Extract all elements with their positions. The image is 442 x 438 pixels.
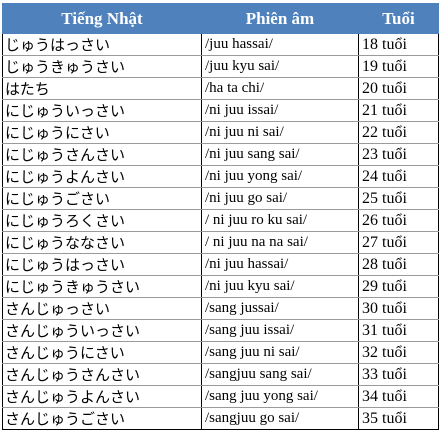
table-row: さんじゅっさい/sang jussai/30 tuổi <box>2 297 439 320</box>
table-row: にじゅうきゅうさい/ni juu kyu sai/29 tuổi <box>2 275 439 298</box>
table-header: Tiếng Nhật Phiên âm Tuổi <box>2 3 439 34</box>
pronunciation-cell: /ni juu go sai/ <box>201 187 359 210</box>
table-row: にじゅういっさい/ni juu issai/21 tuổi <box>2 99 439 122</box>
pronunciation-cell: /ni juu hassai/ <box>201 253 359 276</box>
pronunciation-cell: /ha ta chi/ <box>201 77 359 100</box>
pronunciation-cell: /ni juu sang sai/ <box>201 143 359 166</box>
table-row: さんじゅうよんさい/sang juu yong sai/34 tuổi <box>2 385 439 408</box>
age-cell: 35 tuổi <box>358 407 439 430</box>
table-row: さんじゅうごさい/sangjuu go sai/35 tuổi <box>2 407 439 430</box>
japanese-cell: さんじゅうさんさい <box>2 363 202 386</box>
japanese-cell: じゅうはっさい <box>2 33 202 56</box>
age-table: Tiếng Nhật Phiên âm Tuổi じゅうはっさい/juu has… <box>2 3 439 430</box>
age-cell: 26 tuổi <box>358 209 439 232</box>
japanese-cell: はたち <box>2 77 202 100</box>
age-cell: 31 tuổi <box>358 319 439 342</box>
age-cell: 27 tuổi <box>358 231 439 254</box>
pronunciation-cell: /juu kyu sai/ <box>201 55 359 78</box>
age-table-container: Tiếng Nhật Phiên âm Tuổi じゅうはっさい/juu has… <box>2 3 439 430</box>
pronunciation-cell: /sang juu yong sai/ <box>201 385 359 408</box>
header-age: Tuổi <box>358 3 439 34</box>
pronunciation-cell: /ni juu ni sai/ <box>201 121 359 144</box>
pronunciation-cell: /juu hassai/ <box>201 33 359 56</box>
pronunciation-cell: /ni juu issai/ <box>201 99 359 122</box>
table-row: はたち/ha ta chi/20 tuổi <box>2 77 439 100</box>
pronunciation-cell: /sang jussai/ <box>201 297 359 320</box>
japanese-cell: にじゅうきゅうさい <box>2 275 202 298</box>
japanese-cell: にじゅういっさい <box>2 99 202 122</box>
japanese-cell: にじゅうごさい <box>2 187 202 210</box>
table-row: にじゅうにさい/ni juu ni sai/22 tuổi <box>2 121 439 144</box>
table-row: にじゅうろくさい / ni juu ro ku sai/26 tuổi <box>2 209 439 232</box>
age-cell: 21 tuổi <box>358 99 439 122</box>
age-cell: 32 tuổi <box>358 341 439 364</box>
table-body: じゅうはっさい/juu hassai/18 tuổi じゅうきゅうさい/juu k… <box>2 33 439 430</box>
japanese-cell: じゅうきゅうさい <box>2 55 202 78</box>
age-cell: 19 tuổi <box>358 55 439 78</box>
table-row: さんじゅうさんさい/sangjuu sang sai/33 tuổi <box>2 363 439 386</box>
pronunciation-cell: /sang juu issai/ <box>201 319 359 342</box>
table-row: さんじゅうにさい /sang juu ni sai/32 tuổi <box>2 341 439 364</box>
header-pronunciation: Phiên âm <box>201 3 359 34</box>
japanese-cell: にじゅうななさい <box>2 231 202 254</box>
japanese-cell: さんじゅうにさい <box>2 341 202 364</box>
pronunciation-cell: / ni juu ro ku sai/ <box>201 209 359 232</box>
table-row: じゅうきゅうさい/juu kyu sai/19 tuổi <box>2 55 439 78</box>
pronunciation-cell: /sangjuu go sai/ <box>201 407 359 430</box>
table-row: にじゅうよんさい/ni juu yong sai/24 tuổi <box>2 165 439 188</box>
age-cell: 28 tuổi <box>358 253 439 276</box>
japanese-cell: にじゅうはっさい <box>2 253 202 276</box>
age-cell: 18 tuổi <box>358 33 439 56</box>
japanese-cell: にじゅうにさい <box>2 121 202 144</box>
japanese-cell: さんじゅういっさい <box>2 319 202 342</box>
table-row: にじゅうごさい/ni juu go sai/25 tuổi <box>2 187 439 210</box>
table-row: さんじゅういっさい/sang juu issai/31 tuổi <box>2 319 439 342</box>
table-row: にじゅうさんさい/ni juu sang sai/23 tuổi <box>2 143 439 166</box>
japanese-cell: にじゅうよんさい <box>2 165 202 188</box>
pronunciation-cell: /ni juu kyu sai/ <box>201 275 359 298</box>
header-japanese: Tiếng Nhật <box>2 3 202 34</box>
age-cell: 20 tuổi <box>358 77 439 100</box>
japanese-cell: さんじゅうごさい <box>2 407 202 430</box>
japanese-cell: さんじゅっさい <box>2 297 202 320</box>
table-row: にじゅうななさい / ni juu na na sai/27 tuổi <box>2 231 439 254</box>
pronunciation-cell: / ni juu na na sai/ <box>201 231 359 254</box>
age-cell: 30 tuổi <box>358 297 439 320</box>
age-cell: 24 tuổi <box>358 165 439 188</box>
japanese-cell: にじゅうろくさい <box>2 209 202 232</box>
header-row: Tiếng Nhật Phiên âm Tuổi <box>2 3 439 34</box>
pronunciation-cell: /sangjuu sang sai/ <box>201 363 359 386</box>
table-row: じゅうはっさい/juu hassai/18 tuổi <box>2 33 439 56</box>
age-cell: 34 tuổi <box>358 385 439 408</box>
age-cell: 22 tuổi <box>358 121 439 144</box>
japanese-cell: さんじゅうよんさい <box>2 385 202 408</box>
pronunciation-cell: /sang juu ni sai/ <box>201 341 359 364</box>
pronunciation-cell: /ni juu yong sai/ <box>201 165 359 188</box>
age-cell: 25 tuổi <box>358 187 439 210</box>
japanese-cell: にじゅうさんさい <box>2 143 202 166</box>
age-cell: 29 tuổi <box>358 275 439 298</box>
age-cell: 23 tuổi <box>358 143 439 166</box>
age-cell: 33 tuổi <box>358 363 439 386</box>
table-row: にじゅうはっさい/ni juu hassai/28 tuổi <box>2 253 439 276</box>
